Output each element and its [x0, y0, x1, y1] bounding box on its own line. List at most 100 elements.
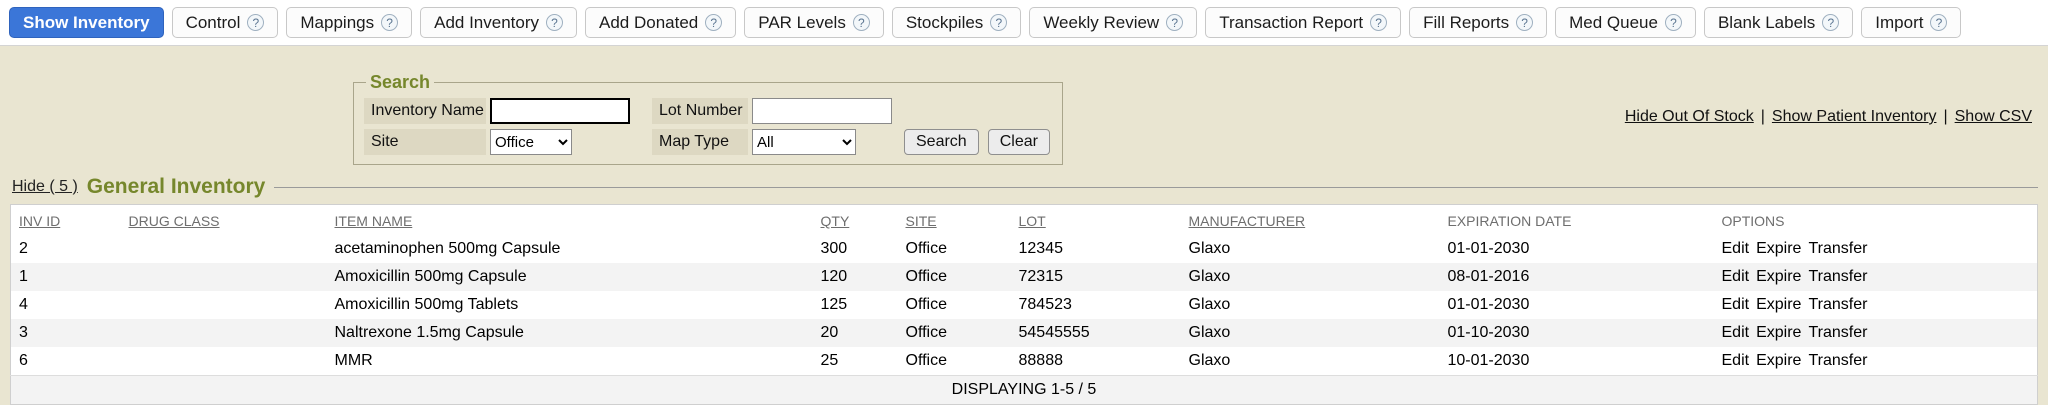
tab-label: Import — [1875, 13, 1923, 33]
column-header-lot[interactable]: LOT — [1011, 205, 1181, 236]
tab-show-inventory[interactable]: Show Inventory — [9, 7, 164, 38]
help-icon[interactable]: ? — [1665, 14, 1682, 31]
inventory-name-input[interactable] — [490, 98, 630, 124]
transfer-link[interactable]: Transfer — [1808, 240, 1867, 257]
column-header-item-name[interactable]: ITEM NAME — [327, 205, 813, 236]
cell-lot: 72315 — [1011, 263, 1181, 291]
cell-drug-class — [121, 235, 327, 263]
column-header-manufacturer[interactable]: MANUFACTURER — [1181, 205, 1440, 236]
table-row: 1Amoxicillin 500mg Capsule120Office72315… — [11, 263, 2038, 291]
tab-add-donated[interactable]: Add Donated? — [585, 7, 736, 38]
tab-stockpiles[interactable]: Stockpiles? — [892, 7, 1021, 38]
cell-item-name: Amoxicillin 500mg Capsule — [327, 263, 813, 291]
tab-label: Mappings — [300, 13, 374, 33]
help-icon[interactable]: ? — [705, 14, 722, 31]
edit-link[interactable]: Edit — [1722, 296, 1750, 313]
cell-site: Office — [898, 347, 1011, 376]
tab-label: Add Inventory — [434, 13, 539, 33]
inventory-table: INV IDDRUG CLASSITEM NAMEQTYSITELOTMANUF… — [10, 204, 2038, 405]
cell-drug-class — [121, 291, 327, 319]
column-header-drug-class[interactable]: DRUG CLASS — [121, 205, 327, 236]
edit-link[interactable]: Edit — [1722, 324, 1750, 341]
edit-link[interactable]: Edit — [1722, 352, 1750, 369]
expire-link[interactable]: Expire — [1756, 240, 1801, 257]
tab-mappings[interactable]: Mappings? — [286, 7, 412, 38]
help-icon[interactable]: ? — [990, 14, 1007, 31]
tab-fill-reports[interactable]: Fill Reports? — [1409, 7, 1547, 38]
map-type-label: Map Type — [652, 129, 748, 155]
tab-par-levels[interactable]: PAR Levels? — [744, 7, 884, 38]
cell-drug-class — [121, 347, 327, 376]
transfer-link[interactable]: Transfer — [1808, 352, 1867, 369]
column-header-qty[interactable]: QTY — [813, 205, 898, 236]
section-title: General Inventory — [87, 175, 266, 199]
edit-link[interactable]: Edit — [1722, 268, 1750, 285]
help-icon[interactable]: ? — [1370, 14, 1387, 31]
cell-lot: 12345 — [1011, 235, 1181, 263]
tab-label: Blank Labels — [1718, 13, 1815, 33]
tab-blank-labels[interactable]: Blank Labels? — [1704, 7, 1853, 38]
tab-label: Stockpiles — [906, 13, 983, 33]
cell-expiration-date: 01-10-2030 — [1440, 319, 1714, 347]
tab-import[interactable]: Import? — [1861, 7, 1961, 38]
expire-link[interactable]: Expire — [1756, 324, 1801, 341]
column-header-options: OPTIONS — [1714, 205, 2038, 236]
help-icon[interactable]: ? — [247, 14, 264, 31]
hide-out-of-stock-link[interactable]: Hide Out Of Stock — [1625, 108, 1754, 125]
tab-med-queue[interactable]: Med Queue? — [1555, 7, 1696, 38]
cell-inv-id: 4 — [11, 291, 121, 319]
column-header-site[interactable]: SITE — [898, 205, 1011, 236]
inventory-body: 2acetaminophen 500mg Capsule300Office123… — [11, 235, 2038, 376]
cell-drug-class — [121, 319, 327, 347]
tab-weekly-review[interactable]: Weekly Review? — [1029, 7, 1197, 38]
cell-drug-class — [121, 263, 327, 291]
table-row: 3Naltrexone 1.5mg Capsule20Office5454555… — [11, 319, 2038, 347]
cell-lot: 88888 — [1011, 347, 1181, 376]
cell-qty: 20 — [813, 319, 898, 347]
column-header-expiration-date: EXPIRATION DATE — [1440, 205, 1714, 236]
help-icon[interactable]: ? — [853, 14, 870, 31]
help-icon[interactable]: ? — [1822, 14, 1839, 31]
table-row: 6MMR25Office88888Glaxo10-01-2030EditExpi… — [11, 347, 2038, 376]
site-select[interactable]: Office — [490, 129, 572, 155]
lot-number-input[interactable] — [752, 98, 892, 124]
link-separator: | — [1761, 108, 1765, 125]
column-header-inv-id[interactable]: INV ID — [11, 205, 121, 236]
tab-add-inventory[interactable]: Add Inventory? — [420, 7, 577, 38]
cell-item-name: Naltrexone 1.5mg Capsule — [327, 319, 813, 347]
displaying-count: DISPLAYING 1-5 / 5 — [11, 376, 2038, 405]
help-icon[interactable]: ? — [1930, 14, 1947, 31]
lot-number-label: Lot Number — [652, 98, 748, 124]
clear-button[interactable]: Clear — [988, 129, 1050, 155]
expire-link[interactable]: Expire — [1756, 268, 1801, 285]
help-icon[interactable]: ? — [1516, 14, 1533, 31]
help-icon[interactable]: ? — [546, 14, 563, 31]
tab-bar: Show InventoryControl?Mappings?Add Inven… — [0, 0, 2048, 46]
show-csv-link[interactable]: Show CSV — [1955, 108, 2032, 125]
tab-transaction-report[interactable]: Transaction Report? — [1205, 7, 1401, 38]
show-patient-inventory-link[interactable]: Show Patient Inventory — [1772, 108, 1937, 125]
cell-site: Office — [898, 263, 1011, 291]
table-row: 4Amoxicillin 500mg Tablets125Office78452… — [11, 291, 2038, 319]
cell-manufacturer: Glaxo — [1181, 291, 1440, 319]
tab-label: Transaction Report — [1219, 13, 1363, 33]
map-type-select[interactable]: All — [752, 129, 856, 155]
search-button[interactable]: Search — [904, 129, 979, 155]
cell-options: Edit Expire Transfer — [1714, 319, 2038, 347]
transfer-link[interactable]: Transfer — [1808, 268, 1867, 285]
tab-label: Fill Reports — [1423, 13, 1509, 33]
cell-inv-id: 3 — [11, 319, 121, 347]
edit-link[interactable]: Edit — [1722, 240, 1750, 257]
expire-link[interactable]: Expire — [1756, 352, 1801, 369]
hide-section-link[interactable]: Hide ( 5 ) — [12, 178, 78, 196]
help-icon[interactable]: ? — [1166, 14, 1183, 31]
cell-manufacturer: Glaxo — [1181, 319, 1440, 347]
help-icon[interactable]: ? — [381, 14, 398, 31]
tab-label: Control — [186, 13, 241, 33]
transfer-link[interactable]: Transfer — [1808, 296, 1867, 313]
tab-control[interactable]: Control? — [172, 7, 279, 38]
cell-options: Edit Expire Transfer — [1714, 347, 2038, 376]
transfer-link[interactable]: Transfer — [1808, 324, 1867, 341]
expire-link[interactable]: Expire — [1756, 296, 1801, 313]
tab-label: Show Inventory — [23, 13, 150, 33]
